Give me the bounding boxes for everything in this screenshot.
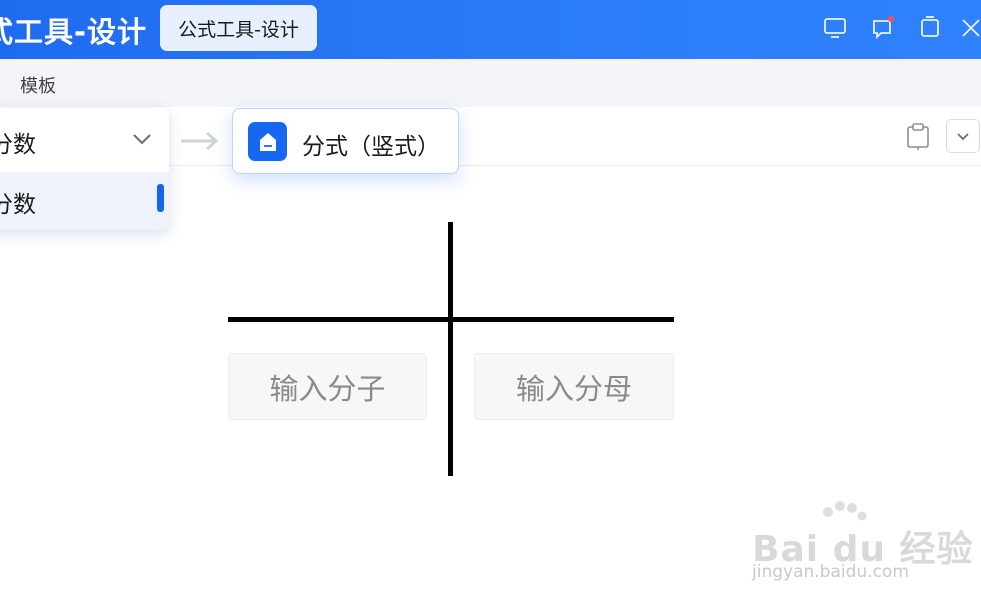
watermark-url: jingyan.baidu.com	[752, 562, 909, 582]
notification-icon[interactable]	[870, 14, 896, 42]
monitor-icon[interactable]	[822, 14, 848, 42]
close-icon[interactable]	[958, 14, 981, 42]
toolbar-dropdown-button[interactable]	[946, 119, 980, 153]
menu-item-template[interactable]: 模板	[20, 72, 56, 98]
vertical-divider-line	[448, 222, 453, 476]
fraction-template-icon	[248, 122, 287, 161]
denominator-input[interactable]: 输入分母	[474, 353, 674, 420]
window-icon[interactable]	[917, 14, 943, 42]
clipboard-icon[interactable]	[904, 121, 932, 151]
template-chip-vertical-fraction[interactable]: 分式（竖式）	[232, 108, 459, 174]
arrow-right-icon	[179, 128, 221, 158]
title-bar: 式工具-设计 公式工具-设计	[0, 0, 981, 59]
chevron-down-icon[interactable]	[132, 131, 152, 150]
dropdown-selected[interactable]: 分数	[0, 108, 169, 172]
chevron-down-icon	[956, 127, 970, 146]
dropdown-selected-label: 分数	[0, 132, 36, 158]
numerator-input[interactable]: 输入分子	[228, 353, 427, 420]
tab-formula-design[interactable]: 公式工具-设计	[160, 5, 317, 51]
template-chip-label: 分式（竖式）	[302, 134, 440, 160]
app-title: 式工具-设计	[0, 15, 148, 49]
fraction-bar-line	[228, 317, 674, 322]
menu-bar: 模板	[0, 59, 981, 108]
watermark: Bai du 经验 jingyan.baidu.com	[752, 498, 973, 588]
